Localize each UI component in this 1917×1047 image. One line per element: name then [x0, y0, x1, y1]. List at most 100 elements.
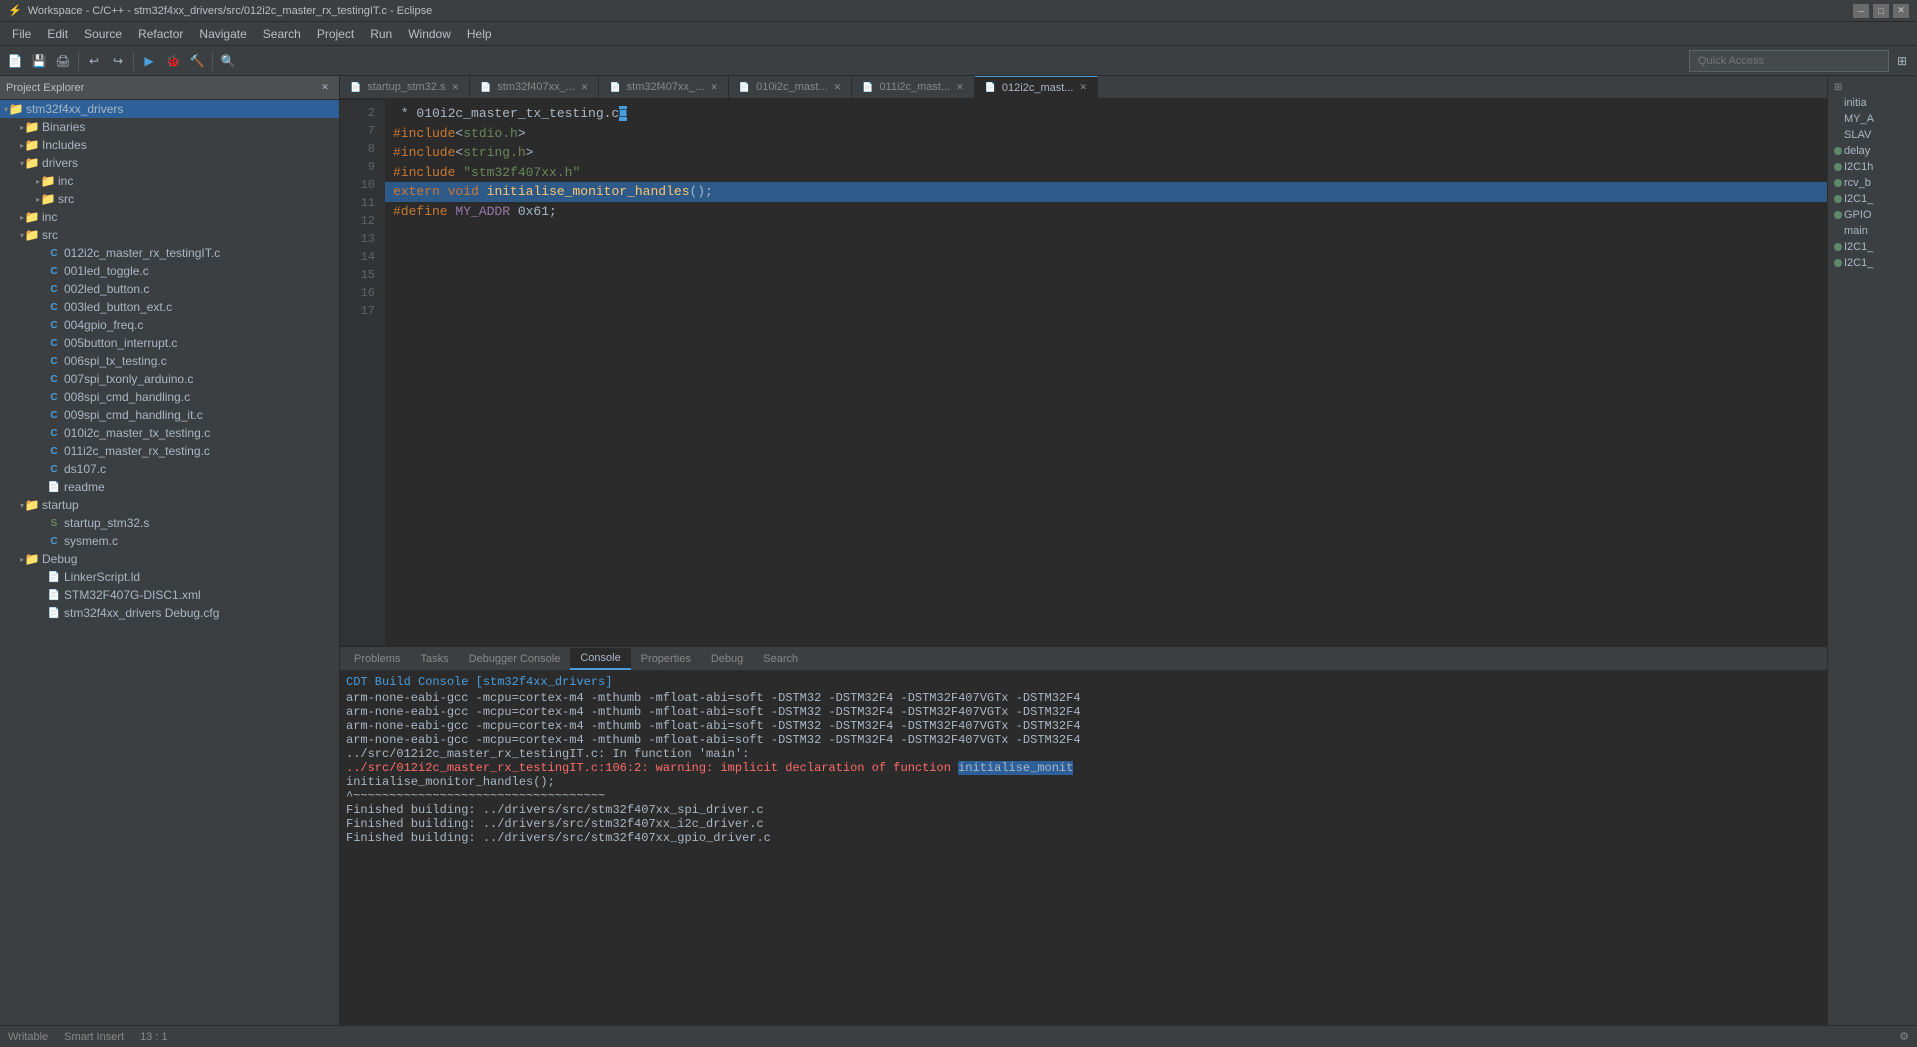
code-line-17: #define MY_ADDR 0x61;	[393, 202, 1819, 222]
tab-icon-011i2c_mast: 📄	[862, 82, 873, 93]
tree-item-src-drivers[interactable]: ▸📁src	[0, 190, 339, 208]
tab-close-stm32f407xx_1[interactable]: ✕	[581, 82, 589, 93]
menu-item-edit[interactable]: Edit	[39, 25, 76, 43]
tree-label-ds107: ds107.c	[62, 462, 106, 476]
tree-item-startup_stm32[interactable]: Sstartup_stm32.s	[0, 514, 339, 532]
tab-011i2c_mast[interactable]: 📄011i2c_mast...✕	[852, 76, 975, 98]
new-button[interactable]: 📄	[4, 50, 26, 72]
tree-item-debug[interactable]: ▸📁Debug	[0, 550, 339, 568]
tab-close-010i2c_mast[interactable]: ✕	[834, 82, 842, 93]
undo-button[interactable]: ↩	[83, 50, 105, 72]
code-editor[interactable]: 27891011121314151617 * 010i2c_master_tx_…	[340, 100, 1827, 645]
menu-bar: FileEditSourceRefactorNavigateSearchProj…	[0, 22, 1917, 46]
close-button[interactable]: ✕	[1893, 4, 1909, 18]
console-line-1: arm-none-eabi-gcc -mcpu=cortex-m4 -mthum…	[346, 705, 1821, 719]
minimize-button[interactable]: ─	[1853, 4, 1869, 18]
tree-label-001led: 001led_toggle.c	[62, 264, 149, 278]
tree-item-003led[interactable]: C003led_button_ext.c	[0, 298, 339, 316]
tree-item-inc-drivers[interactable]: ▸📁inc	[0, 172, 339, 190]
code-body[interactable]: * 010i2c_master_tx_testing.c□#include<st…	[385, 100, 1827, 645]
pe-close-button[interactable]: ✕	[317, 80, 333, 96]
tree-item-010i2c[interactable]: C010i2c_master_tx_testing.c	[0, 424, 339, 442]
tree-item-011i2c[interactable]: C011i2c_master_rx_testing.c	[0, 442, 339, 460]
app-icon: ⚡	[8, 4, 22, 17]
quick-access-input[interactable]	[1689, 50, 1889, 72]
bottom-tab-tasks[interactable]: Tasks	[410, 648, 458, 670]
menu-item-help[interactable]: Help	[459, 25, 500, 43]
title-bar: ⚡ Workspace - C/C++ - stm32f4xx_drivers/…	[0, 0, 1917, 22]
right-label-2: SLAV	[1844, 129, 1871, 141]
menu-item-window[interactable]: Window	[400, 25, 459, 43]
tree-item-009spi[interactable]: C009spi_cmd_handling_it.c	[0, 406, 339, 424]
tree-label-startup: startup	[40, 498, 79, 512]
perspective-button[interactable]: ⊞	[1891, 50, 1913, 72]
menu-item-run[interactable]: Run	[362, 25, 400, 43]
tab-stm32f407xx_2[interactable]: 📄stm32f407xx_...✕	[599, 76, 728, 98]
tree-item-startup[interactable]: ▾📁startup	[0, 496, 339, 514]
menu-item-project[interactable]: Project	[309, 25, 362, 43]
tree-item-ds107[interactable]: Cds107.c	[0, 460, 339, 478]
tree-item-002led[interactable]: C002led_button.c	[0, 280, 339, 298]
tab-close-stm32f407xx_2[interactable]: ✕	[710, 82, 718, 93]
tree-item-004gpio[interactable]: C004gpio_freq.c	[0, 316, 339, 334]
tree-item-readme[interactable]: 📄readme	[0, 478, 339, 496]
tree-item-005btn[interactable]: C005button_interrupt.c	[0, 334, 339, 352]
menu-item-refactor[interactable]: Refactor	[130, 25, 191, 43]
menu-item-file[interactable]: File	[4, 25, 39, 43]
redo-button[interactable]: ↪	[107, 50, 129, 72]
tab-startup_stm32[interactable]: 📄startup_stm32.s✕	[340, 76, 470, 98]
tree-label-linker: LinkerScript.ld	[62, 570, 140, 584]
search-button[interactable]: 🔍	[217, 50, 239, 72]
console-line-4: ../src/012i2c_master_rx_testingIT.c: In …	[346, 747, 1821, 761]
tree-item-stm32f4debug[interactable]: 📄stm32f4xx_drivers Debug.cfg	[0, 604, 339, 622]
tree-icon-startup_stm32: S	[46, 515, 62, 531]
tab-close-012i2c_mast[interactable]: ✕	[1079, 82, 1087, 93]
tree-item-stm32f407g[interactable]: 📄STM32F407G-DISC1.xml	[0, 586, 339, 604]
tree-item-linker[interactable]: 📄LinkerScript.ld	[0, 568, 339, 586]
tree-item-src[interactable]: ▾📁src	[0, 226, 339, 244]
code-content[interactable]: 27891011121314151617 * 010i2c_master_tx_…	[340, 100, 1827, 645]
tree-item-sysmem[interactable]: Csysmem.c	[0, 532, 339, 550]
build-button[interactable]: 🔨	[186, 50, 208, 72]
right-item-0: initia	[1832, 95, 1913, 111]
right-dot-4	[1834, 163, 1842, 171]
tree-item-001led[interactable]: C001led_toggle.c	[0, 262, 339, 280]
tab-012i2c_mast[interactable]: 📄012i2c_mast...✕	[975, 76, 1098, 98]
right-item-2: SLAV	[1832, 127, 1913, 143]
tree-item-inc[interactable]: ▸📁inc	[0, 208, 339, 226]
tree-item-includes[interactable]: ▸📁Includes	[0, 136, 339, 154]
tab-close-startup_stm32[interactable]: ✕	[451, 82, 459, 93]
debug-button[interactable]: 🐞	[162, 50, 184, 72]
toolbar: 📄 💾 🖨 ↩ ↪ ▶ 🐞 🔨 🔍 ⊞	[0, 46, 1917, 76]
insert-mode: Smart Insert	[64, 1031, 124, 1043]
right-label-3: delay	[1844, 145, 1870, 157]
run-button[interactable]: ▶	[138, 50, 160, 72]
bottom-tab-search[interactable]: Search	[753, 648, 808, 670]
toolbar-sep-1	[78, 51, 79, 71]
tab-close-011i2c_mast[interactable]: ✕	[956, 82, 964, 93]
menu-item-navigate[interactable]: Navigate	[191, 25, 254, 43]
tree-item-binaries[interactable]: ▸📁Binaries	[0, 118, 339, 136]
bottom-tab-properties[interactable]: Properties	[631, 648, 701, 670]
tree-item-006spi[interactable]: C006spi_tx_testing.c	[0, 352, 339, 370]
bottom-tab-console[interactable]: Console	[570, 648, 630, 670]
tree-item-drivers[interactable]: ▾📁drivers	[0, 154, 339, 172]
console-content[interactable]: CDT Build Console [stm32f4xx_drivers] ar…	[340, 671, 1827, 1025]
tree-item-stm32f4xx_drivers[interactable]: ▾📁stm32f4xx_drivers	[0, 100, 339, 118]
project-tree: ▾📁stm32f4xx_drivers▸📁Binaries▸📁Includes▾…	[0, 100, 339, 1025]
tab-stm32f407xx_1[interactable]: 📄stm32f407xx_...✕	[470, 76, 599, 98]
menu-item-source[interactable]: Source	[76, 25, 130, 43]
menu-item-search[interactable]: Search	[255, 25, 309, 43]
bottom-tab-debugger-console[interactable]: Debugger Console	[459, 648, 571, 670]
print-button[interactable]: 🖨	[52, 50, 74, 72]
save-button[interactable]: 💾	[28, 50, 50, 72]
bottom-tab-problems[interactable]: Problems	[344, 648, 410, 670]
tree-item-007spi[interactable]: C007spi_txonly_arduino.c	[0, 370, 339, 388]
right-label-6: I2C1_	[1844, 193, 1873, 205]
cursor-position: 13 : 1	[140, 1031, 168, 1043]
tab-010i2c_mast[interactable]: 📄010i2c_mast...✕	[729, 76, 852, 98]
maximize-button[interactable]: □	[1873, 4, 1889, 18]
tree-item-012i2c[interactable]: C012i2c_master_rx_testingIT.c	[0, 244, 339, 262]
tree-item-008spi[interactable]: C008spi_cmd_handling.c	[0, 388, 339, 406]
bottom-tab-debug[interactable]: Debug	[701, 648, 753, 670]
